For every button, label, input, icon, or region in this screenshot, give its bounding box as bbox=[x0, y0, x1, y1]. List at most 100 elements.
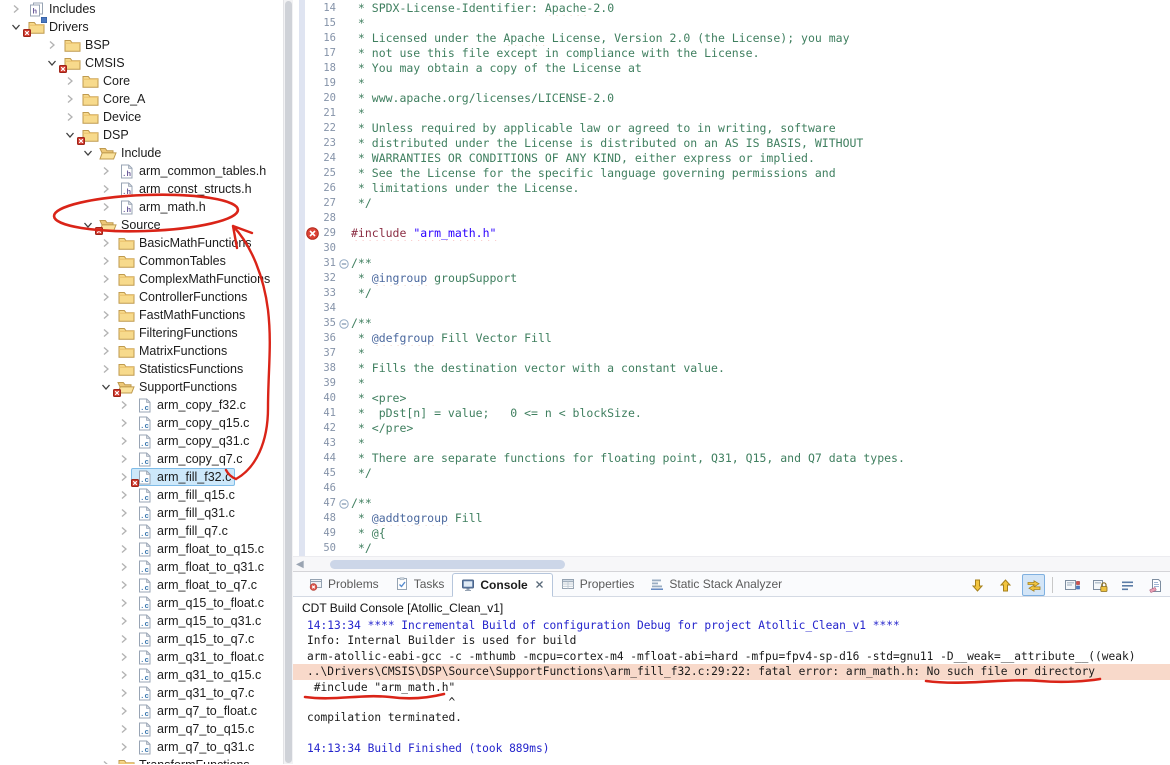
chevron-right-icon[interactable] bbox=[116, 578, 131, 593]
tree-item-BSP[interactable]: BSP bbox=[0, 36, 283, 54]
show-error-in-editor-toggle[interactable] bbox=[1022, 574, 1045, 596]
tab-tasks[interactable]: Tasks bbox=[387, 572, 453, 596]
tree-item-BasicMathFunctions[interactable]: BasicMathFunctions bbox=[0, 234, 283, 252]
editor-line-37[interactable]: 37 * bbox=[306, 346, 1170, 361]
tree-label[interactable]: Core_A bbox=[77, 90, 149, 108]
tree-item-arm_q31_to_q7.c[interactable]: .c arm_q31_to_q7.c bbox=[0, 684, 283, 702]
tree-item-Include[interactable]: Include bbox=[0, 144, 283, 162]
tree-item-FastMathFunctions[interactable]: FastMathFunctions bbox=[0, 306, 283, 324]
tree-item-arm_q31_to_q15.c[interactable]: .c arm_q31_to_q15.c bbox=[0, 666, 283, 684]
scroll-left-arrow-icon[interactable]: ◀ bbox=[296, 559, 304, 570]
tree-item-FilteringFunctions[interactable]: FilteringFunctions bbox=[0, 324, 283, 342]
tree-item-arm_fill_f32.c[interactable]: .c arm_fill_f32.c bbox=[0, 468, 283, 487]
editor-line-45[interactable]: 45 */ bbox=[306, 466, 1170, 481]
tree-label[interactable]: StatisticsFunctions bbox=[113, 360, 247, 378]
tab-properties[interactable]: Properties bbox=[553, 572, 643, 596]
chevron-right-icon[interactable] bbox=[62, 110, 77, 125]
tree-item-Drivers[interactable]: Drivers bbox=[0, 16, 283, 37]
editor-line-39[interactable]: 39 * bbox=[306, 376, 1170, 391]
tree-item-arm_q31_to_float.c[interactable]: .c arm_q31_to_float.c bbox=[0, 648, 283, 666]
tab-static-stack-analyzer[interactable]: Static Stack Analyzer bbox=[642, 572, 790, 596]
tree-label[interactable]: FilteringFunctions bbox=[113, 324, 242, 342]
tree-label[interactable]: BSP bbox=[59, 36, 114, 54]
chevron-right-icon[interactable] bbox=[116, 704, 131, 719]
chevron-right-icon[interactable] bbox=[116, 524, 131, 539]
tree-item-arm_common_tables.h[interactable]: .h arm_common_tables.h bbox=[0, 162, 283, 180]
editor-line-25[interactable]: 25 * See the License for the specific la… bbox=[306, 166, 1170, 181]
chevron-down-icon[interactable] bbox=[80, 146, 95, 161]
chevron-right-icon[interactable] bbox=[116, 470, 131, 485]
tree-label[interactable]: FastMathFunctions bbox=[113, 306, 249, 324]
tree-item-arm_copy_q31.c[interactable]: .c arm_copy_q31.c bbox=[0, 432, 283, 450]
editor-line-19[interactable]: 19 * bbox=[306, 76, 1170, 91]
editor-line-41[interactable]: 41 * pDst[n] = value; 0 <= n < blockSize… bbox=[306, 406, 1170, 421]
tab-problems[interactable]: Problems bbox=[301, 572, 387, 596]
close-icon[interactable] bbox=[535, 580, 544, 589]
clear-console-button[interactable] bbox=[1144, 574, 1167, 596]
tree-item-DSP[interactable]: DSP bbox=[0, 126, 283, 145]
fold-collapse-icon[interactable] bbox=[338, 496, 351, 511]
tree-item-TransformFunctions[interactable]: TransformFunctions bbox=[0, 756, 283, 764]
chevron-right-icon[interactable] bbox=[62, 92, 77, 107]
tree-label[interactable]: .c arm_copy_f32.c bbox=[131, 396, 250, 414]
chevron-right-icon[interactable] bbox=[116, 740, 131, 755]
tree-item-CMSIS[interactable]: CMSIS bbox=[0, 54, 283, 73]
chevron-right-icon[interactable] bbox=[44, 38, 59, 53]
tree-item-arm_q7_to_float.c[interactable]: .c arm_q7_to_float.c bbox=[0, 702, 283, 720]
editor-line-35[interactable]: 35 /** bbox=[306, 316, 1170, 331]
chevron-right-icon[interactable] bbox=[116, 542, 131, 557]
tree-label[interactable]: .c arm_q7_to_float.c bbox=[131, 702, 261, 720]
tree-label[interactable]: CommonTables bbox=[113, 252, 230, 270]
editor-line-33[interactable]: 33 */ bbox=[306, 286, 1170, 301]
chevron-right-icon[interactable] bbox=[116, 614, 131, 629]
tree-label[interactable]: .c arm_q31_to_q7.c bbox=[131, 684, 258, 702]
tree-label[interactable]: .c arm_q15_to_q7.c bbox=[131, 630, 258, 648]
editor-line-23[interactable]: 23 * distributed under the License is di… bbox=[306, 136, 1170, 151]
tree-label[interactable]: ControllerFunctions bbox=[113, 288, 251, 306]
next-error-button[interactable] bbox=[966, 574, 989, 596]
tab-console[interactable]: Console bbox=[452, 573, 553, 597]
chevron-right-icon[interactable] bbox=[98, 200, 113, 215]
fold-collapse-icon[interactable] bbox=[338, 316, 351, 331]
tree-item-arm_fill_q15.c[interactable]: .c arm_fill_q15.c bbox=[0, 486, 283, 504]
editor-line-29[interactable]: 29 #include "arm_math.h" bbox=[306, 226, 1170, 241]
tree-item-Core_A[interactable]: Core_A bbox=[0, 90, 283, 108]
chevron-right-icon[interactable] bbox=[98, 272, 113, 287]
chevron-right-icon[interactable] bbox=[98, 182, 113, 197]
tree-item-arm_float_to_q7.c[interactable]: .c arm_float_to_q7.c bbox=[0, 576, 283, 594]
chevron-right-icon[interactable] bbox=[116, 686, 131, 701]
chevron-right-icon[interactable] bbox=[62, 74, 77, 89]
tree-label[interactable]: Source bbox=[95, 216, 165, 235]
tree-item-Core[interactable]: Core bbox=[0, 72, 283, 90]
tree-label[interactable]: BasicMathFunctions bbox=[113, 234, 256, 252]
tree-item-arm_copy_q15.c[interactable]: .c arm_copy_q15.c bbox=[0, 414, 283, 432]
chevron-down-icon[interactable] bbox=[44, 56, 59, 71]
chevron-right-icon[interactable] bbox=[98, 254, 113, 269]
editor-line-22[interactable]: 22 * Unless required by applicable law o… bbox=[306, 121, 1170, 136]
editor-line-15[interactable]: 15 * bbox=[306, 16, 1170, 31]
chevron-right-icon[interactable] bbox=[116, 650, 131, 665]
tree-item-MatrixFunctions[interactable]: MatrixFunctions bbox=[0, 342, 283, 360]
tree-item-ComplexMathFunctions[interactable]: ComplexMathFunctions bbox=[0, 270, 283, 288]
editor-line-24[interactable]: 24 * WARRANTIES OR CONDITIONS OF ANY KIN… bbox=[306, 151, 1170, 166]
chevron-right-icon[interactable] bbox=[98, 308, 113, 323]
editor-line-42[interactable]: 42 * </pre> bbox=[306, 421, 1170, 436]
tree-label[interactable]: .c arm_copy_q7.c bbox=[131, 450, 246, 468]
tree-label[interactable]: CMSIS bbox=[59, 54, 129, 73]
chevron-right-icon[interactable] bbox=[98, 758, 113, 764]
tree-item-arm_float_to_q31.c[interactable]: .c arm_float_to_q31.c bbox=[0, 558, 283, 576]
editor-line-17[interactable]: 17 * not use this file except in complia… bbox=[306, 46, 1170, 61]
tree-item-Source[interactable]: Source bbox=[0, 216, 283, 235]
tree-label[interactable]: Core bbox=[77, 72, 134, 90]
tree-item-arm_fill_q7.c[interactable]: .c arm_fill_q7.c bbox=[0, 522, 283, 540]
scrollbar-thumb[interactable] bbox=[330, 559, 565, 569]
chevron-right-icon[interactable] bbox=[98, 344, 113, 359]
editor-line-31[interactable]: 31 /** bbox=[306, 256, 1170, 271]
word-wrap-button[interactable] bbox=[1116, 574, 1139, 596]
tree-label[interactable]: h Includes bbox=[23, 0, 100, 18]
tree-item-arm_copy_f32.c[interactable]: .c arm_copy_f32.c bbox=[0, 396, 283, 414]
editor-line-27[interactable]: 27 */ bbox=[306, 196, 1170, 211]
console-output[interactable]: 14:13:34 **** Incremental Build of confi… bbox=[293, 618, 1170, 757]
code-editor[interactable]: 14 * SPDX-License-Identifier: Apache-2.0… bbox=[293, 0, 1170, 556]
chevron-down-icon[interactable] bbox=[80, 218, 95, 233]
